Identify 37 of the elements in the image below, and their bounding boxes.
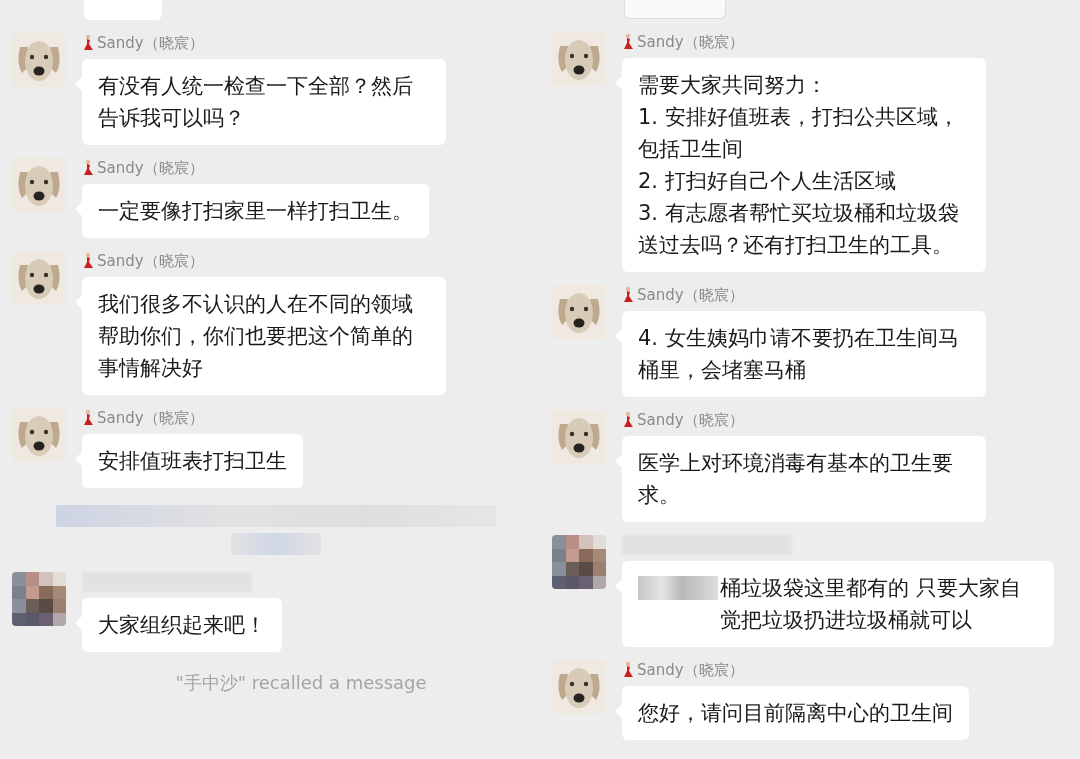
message-text: 医学上对环境消毒有基本的卫生要求。	[638, 451, 953, 507]
sender-name: Sandy（晓宸）	[637, 285, 744, 305]
message-text: 您好，请问目前隔离中心的卫生间	[638, 701, 953, 725]
dancer-icon	[82, 252, 94, 270]
dancer-icon	[622, 33, 634, 51]
message-text: 需要大家共同努力： 1. 安排好值班表，打扫公共区域，包括卫生间 2. 打扫好自己个人生活区域 3. 有志愿者帮忙买垃圾桶和垃圾袋送过去吗？还有打扫卫生的工具。	[638, 73, 959, 257]
pixelated-avatar[interactable]	[552, 535, 606, 589]
dog-avatar[interactable]	[552, 285, 606, 339]
message-text: 一定要像打扫家里一样打扫卫生。	[98, 199, 413, 223]
sender-name: Sandy（晓宸）	[637, 32, 744, 52]
message-text: 桶垃圾袋这里都有的 只要大家自觉把垃圾扔进垃圾桶就可以	[720, 575, 1022, 634]
dog-avatar[interactable]	[552, 32, 606, 86]
sender-name: Sandy（晓宸）	[97, 408, 204, 428]
dancer-icon	[622, 661, 634, 679]
pixelated-avatar[interactable]	[12, 572, 66, 626]
dog-avatar[interactable]	[12, 408, 66, 462]
sender-name: Sandy（晓宸）	[97, 33, 204, 53]
dog-avatar[interactable]	[12, 33, 66, 87]
sender-name: Sandy（晓宸）	[97, 158, 204, 178]
sender-name: Sandy（晓宸）	[637, 410, 744, 430]
sender-name: Sandy（晓宸）	[97, 251, 204, 271]
dog-avatar[interactable]	[552, 660, 606, 714]
dancer-icon	[82, 34, 94, 52]
sender-name: Sandy（晓宸）	[637, 660, 744, 680]
message-text: 安排值班表打扫卫生	[98, 449, 287, 473]
dancer-icon	[82, 409, 94, 427]
dog-avatar[interactable]	[12, 251, 66, 305]
dancer-icon	[622, 286, 634, 304]
message-text: 有没有人统一检查一下全部？然后告诉我可以吗？	[98, 74, 413, 130]
system-notice: "手中沙" recalled a message	[175, 671, 427, 695]
dancer-icon	[82, 159, 94, 177]
message-text: 我们很多不认识的人在不同的领域帮助你们，你们也要把这个简单的事情解决好	[98, 292, 413, 380]
message-text: 4. 女生姨妈巾请不要扔在卫生间马桶里，会堵塞马桶	[638, 326, 959, 382]
dog-avatar[interactable]	[552, 410, 606, 464]
dancer-icon	[622, 411, 634, 429]
message-text: 大家组织起来吧！	[98, 613, 266, 637]
dog-avatar[interactable]	[12, 158, 66, 212]
